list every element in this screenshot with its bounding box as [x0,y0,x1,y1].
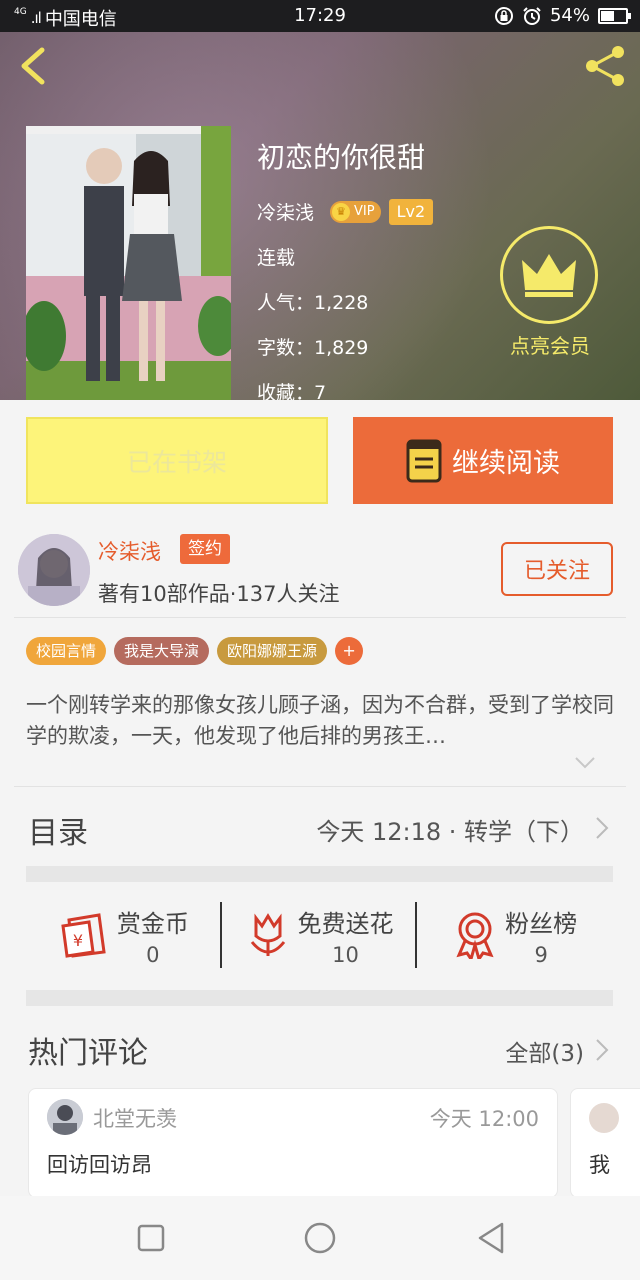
divider [14,786,626,787]
chevron-right-icon [596,817,609,839]
book-info: 初恋的你很甜 冷柒浅 ♛ VIP Lv2 连载 人气：1,228 字数：1,82… [257,136,434,400]
author-card: 冷柒浅 签约 著有10部作品·137人关注 已关注 [0,528,640,618]
system-navigation-bar [0,1196,640,1280]
action-buttons: 已在书架 继续阅读 [26,417,613,504]
recent-apps-icon[interactable] [133,1220,169,1256]
crown-icon [522,254,576,297]
member-ring [500,226,598,324]
hot-comments-title: 热门评论 [28,1036,148,1071]
member-label: 点亮会员 [510,334,590,358]
book-favorites: 收藏：7 [257,382,327,400]
book-title: 初恋的你很甜 [257,141,426,174]
author-avatar[interactable] [18,534,90,606]
continue-reading-button[interactable]: 继续阅读 [353,417,613,504]
comment-card[interactable]: 我 [570,1088,640,1198]
commenter-avatar[interactable] [589,1103,619,1133]
comment-text: 我 [589,1153,610,1177]
stat-name: 粉丝榜 [505,909,578,938]
section-divider [26,866,613,882]
level-badge: Lv2 [388,198,434,225]
author-name[interactable]: 冷柒浅 [98,536,161,566]
commenter-name[interactable]: 北堂无羡 [93,1103,177,1133]
comment-time: 今天 12:00 [429,1107,539,1131]
latest-chapter: 今天 12:18 · 转学（下） [316,818,584,846]
vip-badge: ♛ VIP [330,200,381,223]
home-icon[interactable] [302,1220,338,1256]
lock-rotation-icon [494,6,513,25]
book-author[interactable]: 冷柒浅 [257,198,314,225]
chevron-right-icon[interactable] [594,1038,610,1062]
continue-reading-label: 继续阅读 [452,448,560,479]
share-icon[interactable] [582,42,630,90]
battery-icon [598,7,631,24]
battery-percent: 54% [549,5,590,26]
stat-fans[interactable]: 粉丝榜 9 [417,900,613,970]
vip-label: VIP [354,204,375,219]
divider [14,617,626,618]
svg-text:¥: ¥ [73,931,83,950]
stat-value: 0 [146,942,160,967]
alarm-icon [523,6,541,25]
stat-name: 免费送花 [297,909,394,938]
stat-coins[interactable]: ¥ 赏金币 0 [26,900,222,970]
stat-value: 10 [332,942,359,967]
crown-icon: ♛ [332,202,351,221]
red-envelope-icon: ¥ [61,913,106,958]
back-arrow-icon[interactable] [14,46,54,86]
toc-label: 目录 [28,816,88,851]
comment-text: 回访回访昂 [47,1153,152,1177]
tag[interactable]: 欧阳娜娜王源 [217,637,328,665]
table-of-contents-row[interactable]: 目录 今天 12:18 · 转学（下） [0,800,640,858]
book-status: 连载 [257,247,296,269]
stat-name: 赏金币 [116,909,189,938]
member-button[interactable]: 点亮会员 [500,226,600,359]
stat-flowers[interactable]: 免费送花 10 [222,900,418,970]
battery-fill [601,10,614,21]
stat-value: 9 [534,942,548,967]
signed-badge: 签约 [180,534,230,564]
all-comments-link[interactable]: 全部(3) [505,1034,584,1068]
section-divider [26,990,613,1006]
author-stats: 著有10部作品·137人关注 [98,582,340,606]
status-icons: 54% [494,5,631,26]
tag[interactable]: 我是大导演 [114,637,210,665]
comment-card[interactable]: 北堂无羡 今天 12:00 回访回访昂 [28,1088,558,1198]
synopsis[interactable]: 一个刚转学来的那像女孩儿顾子涵，因为不合群，受到了学校同学的欺凌，一天，他发现了… [26,690,616,752]
book-word-count: 字数：1,829 [257,337,369,359]
flower-icon [250,913,285,956]
status-bar: 4G .ıl 中国电信 17:29 54% [0,0,640,32]
back-icon[interactable] [474,1220,510,1256]
chevron-down-icon[interactable] [574,756,596,770]
commenter-avatar[interactable] [47,1099,83,1135]
book-author-row: 冷柒浅 ♛ VIP Lv2 [257,198,434,225]
book-cover[interactable] [26,126,231,400]
ribbon-medal-icon [456,912,494,959]
add-tag-button[interactable]: + [335,637,364,665]
book-header: 初恋的你很甜 冷柒浅 ♛ VIP Lv2 连载 人气：1,228 字数：1,82… [0,32,640,400]
book-popularity: 人气：1,228 [257,292,369,314]
in-shelf-button[interactable]: 已在书架 [26,417,328,504]
cover-image [26,126,231,400]
book-icon [406,439,442,482]
reward-stats: ¥ 赏金币 0 免费送花 10 粉丝榜 9 [26,900,613,970]
tag-list: 校园言情 我是大导演 欧阳娜娜王源 + [26,637,364,665]
tag[interactable]: 校园言情 [26,637,107,665]
followed-button[interactable]: 已关注 [501,542,613,596]
